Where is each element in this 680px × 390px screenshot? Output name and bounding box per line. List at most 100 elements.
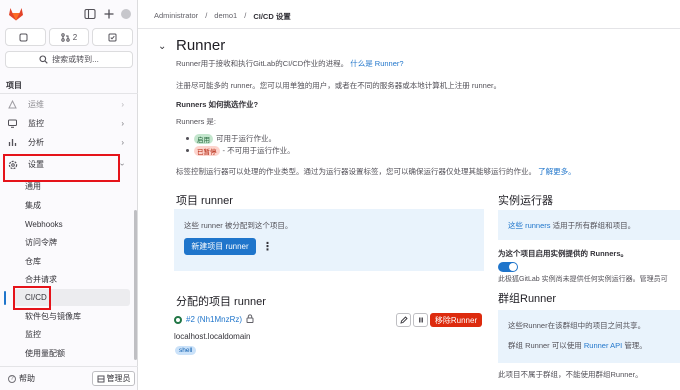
bullet-dot: [186, 137, 189, 140]
register-text: 注册尽可能多的 runner。您可以用单独的用户，或者在不同的服务器或本地计算机…: [176, 81, 502, 90]
settings-packages-registries[interactable]: 软件包与镜像库: [24, 308, 130, 325]
pencil-icon: [399, 316, 408, 324]
plus-icon[interactable]: [103, 8, 115, 20]
nav-item-monitor[interactable]: 监控 ›: [4, 115, 130, 132]
instance-runners-toggle[interactable]: [498, 262, 518, 272]
learn-more-link[interactable]: 了解更多。: [538, 167, 576, 176]
monitor-icon: [8, 119, 22, 128]
tags-description: 标签控制运行器可以处理的作业类型。通过为运行器设置标签，您可以确保运行器仅处理其…: [176, 167, 536, 176]
highlight-cicd: [13, 286, 51, 310]
help-icon: ?: [8, 374, 16, 383]
settings-repository[interactable]: 仓库: [24, 253, 130, 270]
online-text: 可用于运行作业。: [216, 134, 276, 143]
admin-label: 管理员: [106, 374, 131, 383]
chevron-right-icon: ›: [121, 100, 124, 109]
project-runners-title: 项目 runner: [176, 195, 233, 207]
runner-tag: shell: [175, 346, 197, 355]
instance-runners-title: 实例运行器: [498, 195, 553, 207]
collapse-chevron-icon[interactable]: ⌄: [158, 41, 166, 52]
merge-request-icon: [61, 32, 70, 42]
breadcrumb-item[interactable]: demo1: [214, 11, 237, 22]
help-label: 帮助: [19, 374, 35, 383]
breadcrumb-current[interactable]: CI/CD 设置: [253, 11, 291, 22]
todos-counter[interactable]: [92, 28, 134, 46]
sidebar-scrollbar[interactable]: [134, 210, 137, 360]
project-runners-info: 这些 runner 被分配到这个项目。: [184, 221, 293, 230]
settings-usage-quotas[interactable]: 使用量配额: [24, 345, 130, 362]
more-actions-icon[interactable]: ⋮: [262, 240, 273, 253]
nav-label: 分析: [28, 138, 44, 147]
breadcrumb-item[interactable]: Administrator: [154, 11, 198, 22]
chart-icon: [8, 138, 22, 147]
nav-label: 监控: [28, 119, 44, 128]
group-runners-api-text: 群组 Runner 可以使用 Runner API 管理。: [508, 340, 647, 351]
runner-online-status-icon: [174, 316, 182, 324]
sidebar-section-title: 项目: [6, 81, 22, 90]
enable-instance-runners-label: 为这个项目启用实例提供的 Runners。: [498, 249, 629, 258]
gitlab-logo-icon[interactable]: [8, 6, 24, 21]
bullet-dot: [186, 149, 189, 152]
search-button[interactable]: 搜索或转到...: [5, 51, 133, 68]
new-project-runner-button[interactable]: 新建项目 runner: [184, 238, 256, 255]
sidebar-toggle-icon[interactable]: [84, 8, 96, 20]
instance-runners-note: 此极狐GitLab 实例尚未提供任何实例运行器。管理员可: [498, 274, 668, 284]
highlight-settings: [3, 154, 120, 182]
runner-states-label: Runners 是:: [176, 117, 217, 126]
sidebar-counters: 2: [5, 28, 134, 46]
instance-runners-info-text: 适用于所有群组和项目。: [552, 221, 636, 230]
divider: [138, 28, 680, 29]
search-label: 搜索或转到...: [52, 55, 99, 64]
group-runners-footer: 此项目不属于群组，不能使用群组Runner。: [498, 370, 643, 379]
state-online-item: 启用 可用于运行作业。: [186, 133, 276, 144]
issues-counter[interactable]: [5, 28, 46, 46]
deploy-icon: [8, 100, 22, 109]
these-runners-link[interactable]: 这些 runners: [508, 221, 551, 230]
instance-runners-note-text: 此极狐GitLab 实例尚未提供任何实例运行器。管理员可: [498, 276, 668, 283]
runner-api-link[interactable]: Runner API: [584, 341, 622, 350]
sidebar-footer: ? 帮助 管理员: [0, 366, 138, 390]
settings-access-tokens[interactable]: 访问令牌: [24, 234, 130, 251]
api-suffix: 管理。: [624, 341, 647, 350]
chevron-right-icon: ›: [121, 119, 124, 128]
breadcrumb-separator: /: [244, 11, 247, 20]
group-runners-title: 群组Runner: [498, 293, 557, 305]
avatar[interactable]: [120, 8, 132, 20]
merge-requests-counter[interactable]: 2: [48, 28, 90, 46]
todo-icon: [108, 33, 117, 41]
runner-host: localhost.localdomain: [174, 332, 251, 341]
admin-icon: [97, 375, 104, 382]
paused-badge: 已暂停: [194, 145, 220, 156]
assigned-runners-title: 分配的项目 runner: [176, 296, 266, 308]
remove-runner-button[interactable]: 移除Runner: [430, 313, 482, 327]
what-is-runner-link[interactable]: 什么是 Runner?: [350, 59, 403, 68]
nav-item-analytics[interactable]: 分析 ›: [4, 134, 130, 151]
chevron-right-icon: ›: [121, 138, 124, 147]
online-badge: 启用: [194, 133, 213, 144]
state-paused-item: 已暂停 - 不可用于运行作业。: [186, 145, 295, 156]
search-icon: [39, 55, 48, 64]
section-title: Runner: [176, 37, 226, 54]
breadcrumb: Administrator / demo1 / CI/CD 设置: [154, 11, 291, 22]
pause-icon: [418, 317, 423, 323]
settings-webhooks[interactable]: Webhooks: [24, 216, 130, 233]
settings-monitor[interactable]: 监控: [24, 326, 130, 343]
issues-icon: [19, 33, 28, 41]
edit-runner-button[interactable]: [396, 313, 411, 327]
instance-runners-info: 这些 runners 适用于所有群组和项目。: [508, 220, 635, 231]
description-text: Runner用于接收和执行GitLab的CI/CD作业的进程。: [176, 59, 349, 68]
admin-area-button[interactable]: 管理员: [92, 371, 135, 386]
sidebar-top: [0, 0, 138, 28]
nav-label: 运维: [28, 100, 44, 109]
active-indicator: [4, 291, 6, 305]
sidebar: 2 搜索或转到... 项目 运维 › 监控 › 分析 › 设置 › 通用 集成 …: [0, 0, 138, 390]
pause-runner-button[interactable]: [413, 313, 428, 327]
group-runners-info: 这些Runner在该群组中的项目之间共享。: [508, 321, 646, 330]
settings-integrations[interactable]: 集成: [24, 197, 130, 214]
api-prefix: 群组 Runner 可以使用: [508, 341, 582, 350]
runner-id-link[interactable]: #2 (Nh1MnzRz): [186, 315, 242, 324]
help-button[interactable]: ? 帮助: [8, 373, 35, 384]
runner-item: #2 (Nh1MnzRz) localhost.localdomain shel…: [174, 311, 484, 371]
lock-icon: [246, 314, 254, 323]
section-description: Runner用于接收和执行GitLab的CI/CD作业的进程。 什么是 Runn…: [176, 58, 404, 69]
nav-item-operate[interactable]: 运维 ›: [4, 96, 130, 113]
